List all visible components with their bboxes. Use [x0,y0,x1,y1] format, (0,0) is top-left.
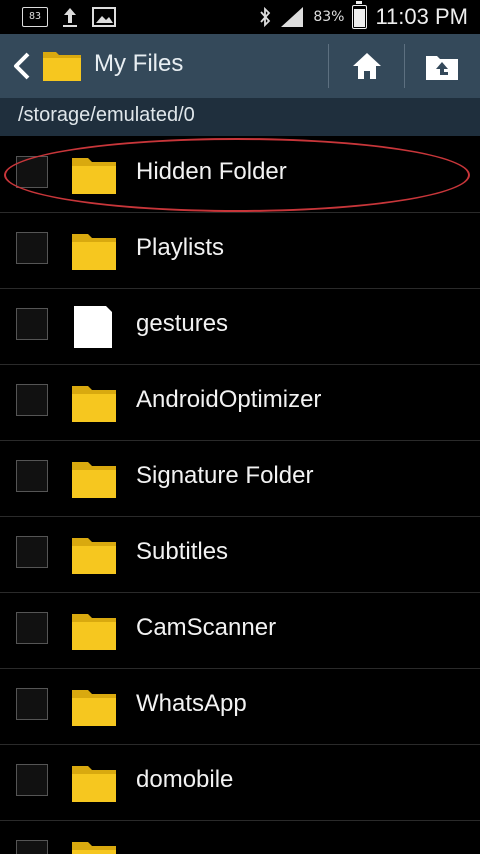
list-item[interactable]: Hidden Folder [0,136,480,213]
file-name: Hidden Folder [136,158,287,185]
list-item-partial[interactable] [0,820,480,854]
bluetooth-icon [260,6,271,28]
page-title: My Files [94,50,184,77]
checkbox[interactable] [16,688,48,720]
action-bar: My Files [0,34,480,98]
file-name: Signature Folder [136,462,314,489]
list-item[interactable]: AndroidOptimizer [0,364,480,441]
checkbox[interactable] [16,308,48,340]
file-name: Subtitles [136,538,229,565]
notification-count: 83 [28,11,42,22]
folder-icon [72,158,116,194]
list-item[interactable]: Signature Folder [0,440,480,517]
list-item[interactable]: Subtitles [0,516,480,593]
file-name: Playlists [136,234,225,261]
status-left-icons: 83 [22,6,116,28]
checkbox[interactable] [16,764,48,796]
checkbox[interactable] [16,156,48,188]
file-name: gestures [136,310,229,337]
folder-up-icon[interactable] [424,50,460,82]
file-name: AndroidOptimizer [136,386,322,413]
list-item[interactable]: Playlists [0,212,480,289]
file-name: domobile [136,766,234,793]
battery-percent: 83% [313,9,345,25]
folder-icon [72,766,116,802]
folder-icon [72,234,116,270]
list-item[interactable]: domobile [0,744,480,821]
file-name: WhatsApp [136,690,247,717]
signal-icon [281,7,304,27]
image-icon [92,7,116,27]
notification-box-icon: 83 [22,7,48,27]
back-icon[interactable] [10,50,34,82]
current-path: /storage/emulated/0 [18,104,195,126]
checkbox[interactable] [16,232,48,264]
status-bar: 83 83% 11:03 PM [0,0,480,34]
file-icon [74,306,112,348]
battery-icon [352,1,368,29]
status-right: 83% 11:03 PM [259,1,468,30]
list-item[interactable]: CamScanner [0,592,480,669]
home-icon[interactable] [350,50,384,82]
folder-icon [72,842,116,854]
upload-icon [63,8,77,27]
folder-icon [72,386,116,422]
checkbox[interactable] [16,460,48,492]
divider [328,44,329,88]
path-bar: /storage/emulated/0 [0,98,480,136]
checkbox[interactable] [16,612,48,644]
clock: 11:03 PM [375,4,468,29]
divider [404,44,405,88]
folder-icon [72,614,116,650]
file-name: CamScanner [136,614,277,641]
folder-icon [72,462,116,498]
list-item[interactable]: WhatsApp [0,668,480,745]
folder-icon [43,52,81,81]
checkbox[interactable] [16,840,48,854]
checkbox[interactable] [16,536,48,568]
checkbox[interactable] [16,384,48,416]
folder-icon [72,538,116,574]
list-item[interactable]: gestures [0,288,480,365]
folder-icon [72,690,116,726]
